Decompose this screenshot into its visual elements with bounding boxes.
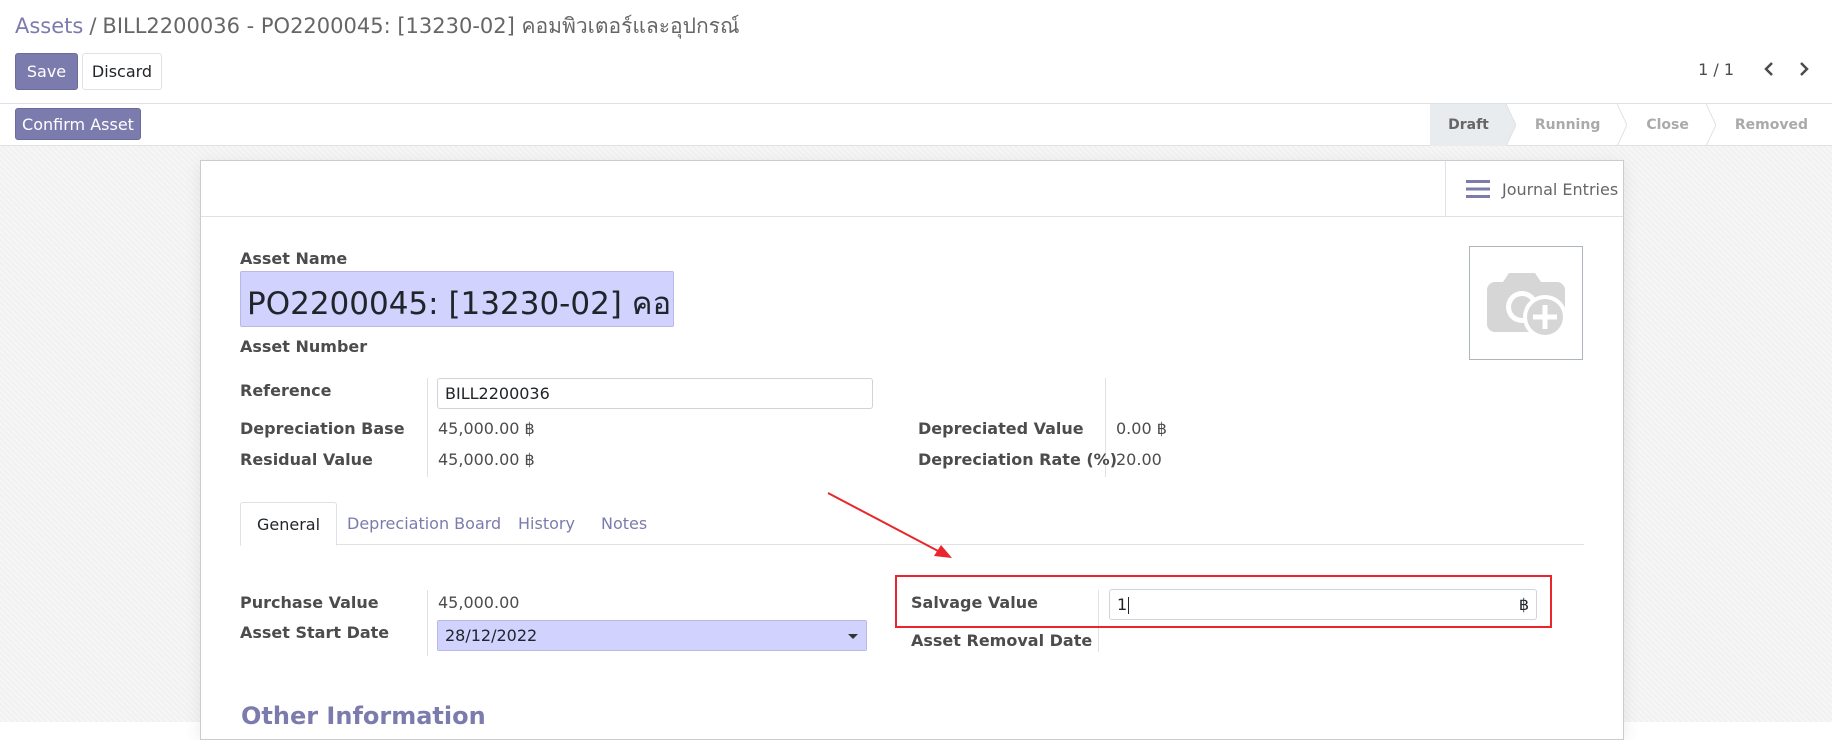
stage-label: Draft [1448,117,1489,133]
journal-entries-button[interactable]: Journal Entries [1445,161,1623,217]
camera-plus-icon [1487,273,1567,339]
depreciation-base-label: Depreciation Base [240,419,405,438]
stage-close[interactable]: Close [1618,104,1716,146]
discard-button[interactable]: Discard [82,53,162,90]
stage-arrow-shape [1705,104,1716,146]
residual-value-value: 45,000.00 ฿ [438,450,535,469]
tab-general[interactable]: General [240,502,338,546]
stage-label: Close [1646,117,1689,133]
button-box: Journal Entries [201,161,1623,217]
form-sheet: Journal Entries [200,160,1624,740]
pager-previous-button[interactable] [1757,56,1781,82]
breadcrumb-current: BILL2200036 - PO2200045: [13230-02] คอมพ… [102,14,740,38]
asset-number-label: Asset Number [240,337,368,356]
breadcrumb-separator: / [89,14,97,38]
other-information-heading: Other Information [241,702,486,730]
tab-depreciation-board[interactable]: Depreciation Board [347,502,501,545]
purchase-value-value: 45,000.00 [438,593,520,612]
residual-value-label: Residual Value [240,450,373,469]
list-icon [1466,180,1490,198]
stage-label: Running [1534,117,1601,133]
purchase-value-label: Purchase Value [240,593,379,612]
chevron-down-icon [848,634,858,639]
stage-label: Removed [1734,117,1808,133]
asset-name-input[interactable]: PO2200045: [13230-02] คอมพิวเตอร์และอุปก… [240,271,674,327]
field-divider [427,590,428,656]
tab-history[interactable]: History [518,502,575,545]
save-button[interactable]: Save [15,53,78,90]
stage-arrow-shape [1617,104,1628,146]
chevron-right-icon [1800,62,1809,76]
pager-next-button[interactable] [1792,56,1816,82]
tab-notes[interactable]: Notes [601,502,647,545]
journal-entries-label: Journal Entries [1502,179,1619,199]
annotation-highlight-box [895,575,1552,628]
chevron-left-icon [1764,62,1773,76]
form-statusbar: Confirm Asset Draft Running Close Remove… [0,104,1832,146]
status-stages: Draft Running Close Removed [1430,104,1832,146]
depreciation-rate-label: Depreciation Rate (%) [918,450,1118,469]
asset-start-date-input[interactable]: 28/12/2022 [437,620,867,651]
depreciated-value-label: Depreciated Value [918,419,1084,438]
field-divider [427,378,428,477]
stage-draft[interactable]: Draft [1430,104,1516,146]
stage-arrow-shape [1505,104,1516,146]
reference-input[interactable]: BILL2200036 [437,378,873,409]
breadcrumb-assets-link[interactable]: Assets [15,14,83,38]
asset-removal-date-label: Asset Removal Date [911,631,1093,650]
asset-name-label: Asset Name [240,249,348,268]
confirm-asset-button[interactable]: Confirm Asset [15,108,141,140]
depreciation-rate-value: 20.00 [1116,450,1162,469]
breadcrumb: Assets / BILL2200036 - PO2200045: [13230-0… [15,10,739,43]
stage-removed[interactable]: Removed [1707,104,1832,146]
notebook-tabs: General Depreciation Board History Notes [240,502,1584,546]
stage-running[interactable]: Running [1507,104,1628,146]
asset-start-date-value: 28/12/2022 [445,626,538,645]
asset-image-upload[interactable] [1469,246,1583,360]
reference-label: Reference [240,381,332,400]
depreciated-value-value: 0.00 ฿ [1116,419,1167,438]
pager-value[interactable]: 1 / 1 [1698,60,1734,79]
control-panel: Assets / BILL2200036 - PO2200045: [13230-0… [0,0,1832,104]
depreciation-base-value: 45,000.00 ฿ [438,419,535,438]
asset-start-date-label: Asset Start Date [240,623,390,642]
